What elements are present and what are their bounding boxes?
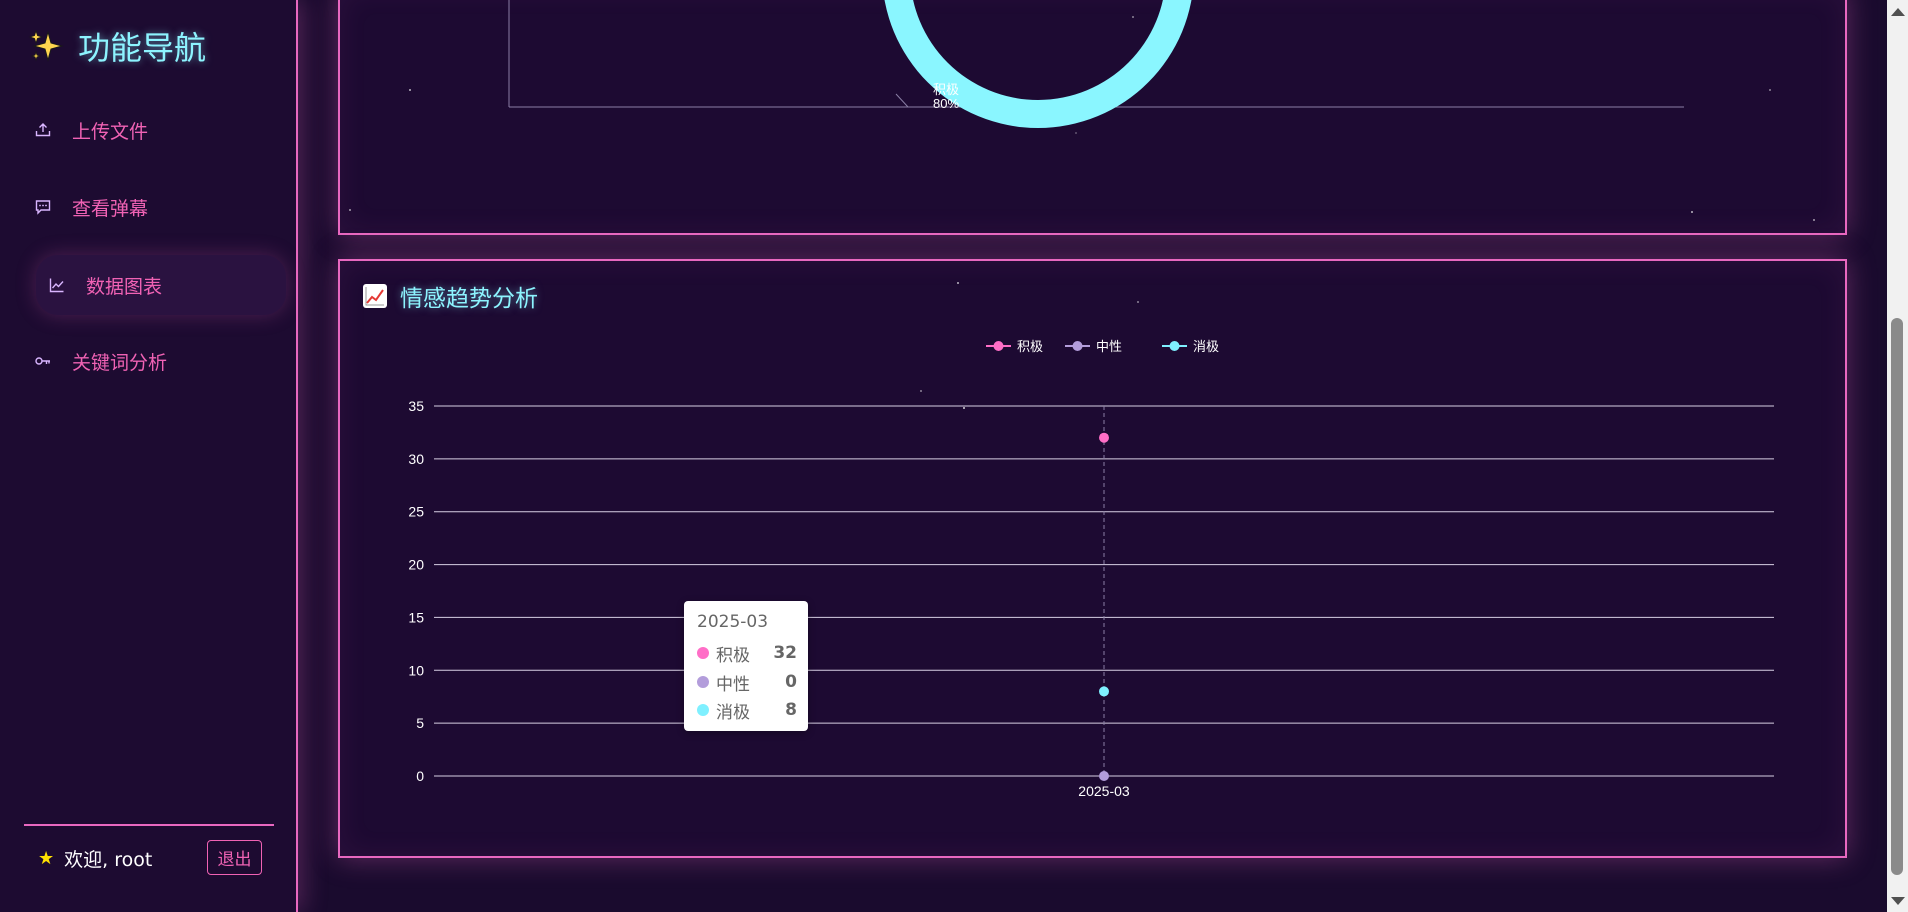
comment-icon xyxy=(35,200,51,215)
upload-icon xyxy=(35,123,51,137)
scroll-down-arrow-icon[interactable] xyxy=(1891,897,1905,905)
tooltip-row: 中性 0 xyxy=(697,671,797,695)
y-tick-label: 10 xyxy=(408,662,424,678)
donut-slice-label: 积极 xyxy=(933,82,959,97)
data-point-中性 xyxy=(1099,771,1109,781)
sidebar-item-upload[interactable]: 上传文件 xyxy=(34,102,286,158)
y-tick-label: 15 xyxy=(408,609,424,625)
legend-label: 积极 xyxy=(1017,339,1043,354)
chart-legend: 积极 中性 消极 xyxy=(986,339,1219,354)
distribution-panel: 积极 80% xyxy=(338,0,1847,235)
tooltip-series-name: 积极 xyxy=(716,645,750,666)
sidebar-item-label: 查看弹幕 xyxy=(72,197,149,220)
tooltip-series-value: 8 xyxy=(785,700,797,720)
data-point-积极 xyxy=(1099,432,1109,443)
welcome-text: 欢迎, root xyxy=(64,848,153,871)
donut-slice-positive xyxy=(884,0,1192,128)
tooltip-row: 消极 8 xyxy=(697,699,797,723)
sparkles-icon xyxy=(28,29,64,62)
key-icon xyxy=(35,357,50,365)
brand-title: 功能导航 xyxy=(78,29,207,67)
legend-marker xyxy=(1072,341,1083,351)
x-tick-label: 2025-03 xyxy=(1078,783,1130,799)
tooltip-dot xyxy=(697,704,709,716)
tooltip-series-value: 0 xyxy=(785,672,797,692)
tooltip-title: 2025-03 xyxy=(697,612,769,632)
scroll-up-arrow-icon[interactable] xyxy=(1891,8,1905,16)
donut-label-line xyxy=(895,93,915,108)
sidebar-item-label: 上传文件 xyxy=(72,120,149,143)
sidebar-item-keyword[interactable]: 关键词分析 xyxy=(34,333,286,389)
brand: 功能导航 xyxy=(28,24,206,68)
donut-chart: 积极 80% xyxy=(349,0,1815,221)
chart-tooltip: 2025-03 积极 32 中性 0 消极 8 xyxy=(684,601,808,731)
y-tick-label: 25 xyxy=(408,504,424,520)
y-tick-label: 35 xyxy=(408,398,424,414)
sidebar-item-danmu[interactable]: 查看弹幕 xyxy=(34,179,286,235)
tooltip-dot xyxy=(697,647,709,659)
tooltip-series-value: 32 xyxy=(773,643,797,663)
sidebar-item-chart[interactable]: 数据图表 xyxy=(36,255,286,315)
page-scrollbar[interactable] xyxy=(1887,0,1908,912)
legend-label: 中性 xyxy=(1096,339,1122,354)
trend-line-chart: 积极 中性 消极 051015202530352025-03 xyxy=(408,282,1774,799)
user-info: ★ 欢迎, root xyxy=(38,840,152,876)
tooltip-row: 积极 32 xyxy=(697,642,797,666)
legend-marker xyxy=(1169,341,1180,351)
star-icon: ★ xyxy=(38,847,55,869)
y-tick-label: 0 xyxy=(416,768,424,784)
y-tick-label: 20 xyxy=(408,557,424,573)
footer-divider xyxy=(24,824,274,826)
trend-panel: 情感趋势分析 积极 中性 消极 0 5 10 15 20 25 30 35 2025-03 xyxy=(338,259,1847,858)
tooltip-dot xyxy=(697,676,709,688)
y-tick-label: 30 xyxy=(408,451,424,467)
sidebar-item-label: 关键词分析 xyxy=(72,351,168,374)
chart-axes: 0 5 10 15 20 25 30 35 2025-03 xyxy=(408,398,1129,799)
line-chart-icon xyxy=(49,278,64,293)
logout-button[interactable]: 退出 xyxy=(207,840,262,875)
app-root: 功能导航 上传文件 查看弹幕 数据图表 关键词分析 ★ 欢迎, root 退出 … xyxy=(0,0,1908,912)
tooltip-series-name: 消极 xyxy=(716,702,750,723)
sidebar: 功能导航 上传文件 查看弹幕 数据图表 关键词分析 ★ 欢迎, root 退出 xyxy=(0,0,298,912)
sidebar-item-label: 数据图表 xyxy=(86,275,163,298)
legend-marker xyxy=(993,341,1004,351)
tooltip-series-name: 中性 xyxy=(716,674,750,695)
data-point-消极 xyxy=(1099,686,1109,697)
y-tick-label: 5 xyxy=(416,715,424,731)
legend-label: 消极 xyxy=(1193,339,1219,354)
donut-slice-percent: 80% xyxy=(933,96,959,111)
scrollbar-thumb[interactable] xyxy=(1891,318,1903,875)
